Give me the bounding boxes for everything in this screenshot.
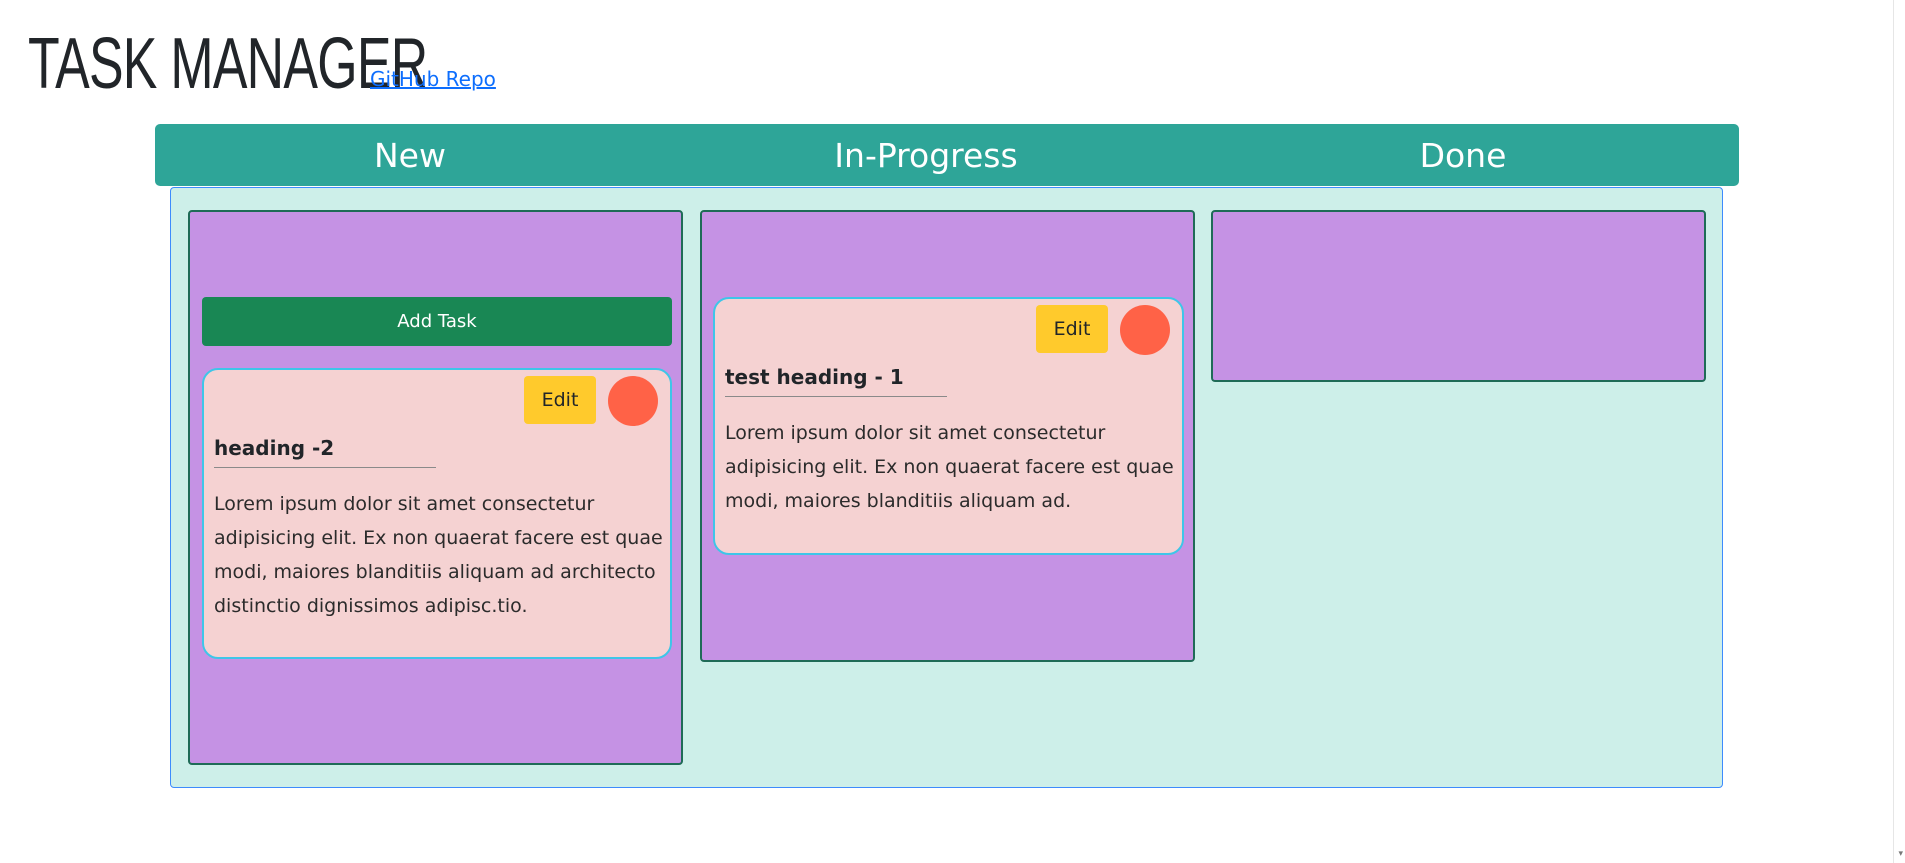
columns-header-bar: New In-Progress Done [155,124,1739,186]
column-new: Add Task Edit heading -2 Lorem ipsum dol… [188,210,683,765]
edit-task-button[interactable]: Edit [1036,305,1108,353]
column-title-in-progress: In-Progress [834,135,1018,175]
task-heading: test heading - 1 [725,365,904,389]
add-task-button[interactable]: Add Task [202,297,672,346]
column-title-new: New [374,135,446,175]
task-card: Edit test heading - 1 Lorem ipsum dolor … [713,297,1184,555]
page-scrollbar[interactable]: ▾ [1893,0,1905,863]
column-in-progress: Edit test heading - 1 Lorem ipsum dolor … [700,210,1195,662]
app-header: TASK MANAGER GitHub Repo [28,28,496,100]
task-description: Lorem ipsum dolor sit amet consectetur a… [725,422,1174,512]
task-heading-divider [725,396,947,397]
delete-circle-icon[interactable] [608,376,658,426]
task-heading-divider [214,467,436,468]
app-title: TASK MANAGER [28,24,428,104]
column-title-done: Done [1419,135,1507,175]
delete-circle-icon[interactable] [1120,305,1170,355]
github-repo-link[interactable]: GitHub Repo [370,67,496,91]
task-description: Lorem ipsum dolor sit amet consectetur a… [214,493,663,617]
page: TASK MANAGER GitHub Repo New In-Progress… [0,0,1905,863]
kanban-board: Add Task Edit heading -2 Lorem ipsum dol… [170,187,1723,788]
task-card: Edit heading -2 Lorem ipsum dolor sit am… [202,368,672,659]
column-done [1211,210,1706,382]
task-heading: heading -2 [214,436,335,460]
scroll-down-arrow-icon[interactable]: ▾ [1898,849,1903,859]
edit-task-button[interactable]: Edit [524,376,596,424]
